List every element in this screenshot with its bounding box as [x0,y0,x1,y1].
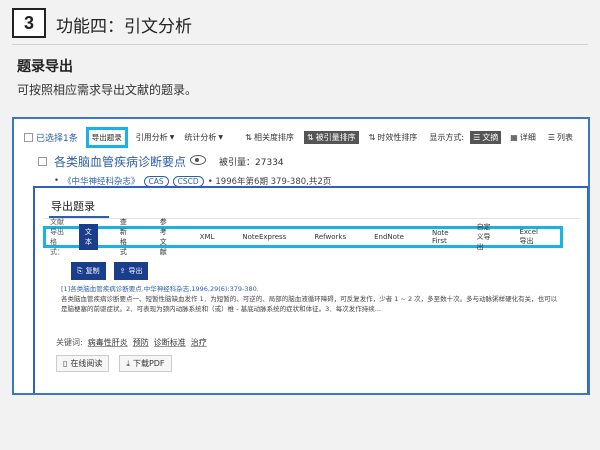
chevron-down-icon: ▼ [218,133,223,141]
format-excel[interactable]: Excel导出 [513,225,544,249]
cited-label: 被引量： [219,158,256,168]
format-custom[interactable]: 自定义导出 [471,219,498,255]
view-list-button[interactable]: ☰ 列表 [545,131,576,144]
cited-count: 被引量：27334 [219,155,284,168]
screenshot-frame: 已选择1条 导出题录 引用分析 ▼ 统计分析 ▼ ⇅ 相关度排序 ⇅ 被引量排序… [12,117,590,395]
keyword-link[interactable]: 病毒性肝炎 [88,337,128,348]
citation-reference: [1]各类脑血管疾病诊断要点.中华神经科杂志,1996,29(6):379-38… [61,285,259,293]
stats-analysis-label: 统计分析 [184,132,217,142]
article-actions: ▯ 在线阅读 ⤓ 下载PDF [56,355,172,372]
export-button[interactable]: ⇪ 导出 [113,262,149,280]
sort-time-label: 时效性排序 [377,132,418,142]
read-online-label: 在线阅读 [70,359,103,368]
read-online-button[interactable]: ▯ 在线阅读 [56,355,110,372]
export-format-label: 文献导出格式： [50,218,64,256]
select-all[interactable]: 已选择1条 [24,131,78,144]
format-text[interactable]: 文本 [78,224,98,250]
stats-analysis-dropdown[interactable]: 统计分析 ▼ [184,132,223,143]
chevron-down-icon: ▼ [169,133,175,141]
keyword-link[interactable]: 诊断标准 [154,337,186,348]
keyword-link[interactable]: 治疗 [191,337,207,348]
export-actions: ⎘ 复制 ⇪ 导出 [71,262,149,280]
section-description: 可按照相应需求导出文献的题录。 [17,83,198,97]
index-badge-cas: CAS [143,175,169,187]
format-noteexpress[interactable]: NoteExpress [236,230,292,244]
view-mode-label: 显示方式: [429,132,465,142]
sort-relevance-button[interactable]: ⇅ 相关度排序 [242,131,297,144]
list-icon: ☰ [547,132,555,142]
article-title-link[interactable]: 各类脑血管疾病诊断要点 [54,153,186,170]
list-icon: ☰ [473,132,481,142]
view-summary-label: 文摘 [482,132,499,142]
format-novelty[interactable]: 查新格式 [114,214,138,260]
sort-icon: ⇅ [245,132,252,142]
bullet-icon: • [54,176,60,186]
sort-relevance-label: 相关度排序 [253,132,294,142]
format-xml[interactable]: XML [194,230,221,244]
copy-button[interactable]: ⎘ 复制 [71,262,106,280]
format-endnote[interactable]: EndNote [368,230,410,244]
export-panel-title: 导出题录 [51,200,95,213]
view-summary-button[interactable]: ☰ 文摘 [470,130,502,144]
selected-count-label: 已选择1条 [36,133,78,144]
citation-abstract: 各类脑血管疾病诊断要点一、短暂性脑缺血发作 1．为短暂的、可逆的、局部的脑血液循… [61,295,558,313]
format-refworks[interactable]: Refworks [308,230,352,244]
cite-analysis-dropdown[interactable]: 引用分析 ▼ [136,132,175,143]
page-title: 功能四：引文分析 [56,17,192,37]
keywords-row: 关键词: 病毒性肝炎 预防 诊断标准 治疗 [56,337,207,348]
keyword-link[interactable]: 预防 [133,337,149,348]
citation-preview: [1]各类脑血管疾病诊断要点.中华神经科杂志,1996,29(6):379-38… [61,284,561,314]
index-badge-cscd: CSCD [172,175,204,187]
sort-cited-label: 被引量排序 [315,132,356,142]
sort-time-button[interactable]: ⇅ 时效性排序 [366,131,421,144]
select-all-checkbox[interactable] [24,132,33,142]
grid-icon: ▦ [510,132,518,142]
section-title: 题录导出 [17,59,73,75]
download-pdf-button[interactable]: ⤓ 下载PDF [119,355,172,372]
export-format-bar: 文献导出格式： 文本 查新格式 参考文献 XML NoteExpress Ref… [43,218,563,256]
keywords-label: 关键词: [56,338,83,347]
article-checkbox[interactable] [38,157,47,166]
sort-icon: ⇅ [368,132,376,142]
eye-icon[interactable] [190,155,206,165]
book-icon: ▯ [63,359,68,368]
download-pdf-label: 下载PDF [132,359,165,368]
cite-analysis-label: 引用分析 [135,132,168,142]
format-reference[interactable]: 参考文献 [154,214,178,260]
copy-label: 复制 [85,267,100,275]
results-toolbar: 已选择1条 导出题录 引用分析 ▼ 统计分析 ▼ ⇅ 相关度排序 ⇅ 被引量排序… [24,126,576,148]
export-icon: ⇪ [119,267,126,275]
format-notefirst[interactable]: Note First [426,226,455,248]
cited-value: 27334 [255,158,284,168]
sort-icon: ⇅ [306,132,314,142]
download-icon: ⤓ [126,358,130,368]
export-label: 导出 [128,267,143,275]
copy-icon: ⎘ [77,266,83,275]
view-detail-label: 详细 [519,132,536,142]
step-number-badge: 3 [12,8,46,38]
view-list-label: 列表 [557,132,573,142]
export-citations-button[interactable]: 导出题录 [85,126,128,148]
header-divider [12,44,588,45]
sort-cited-button[interactable]: ⇅ 被引量排序 [303,130,359,144]
view-detail-button[interactable]: ▦ 详细 [507,131,539,144]
